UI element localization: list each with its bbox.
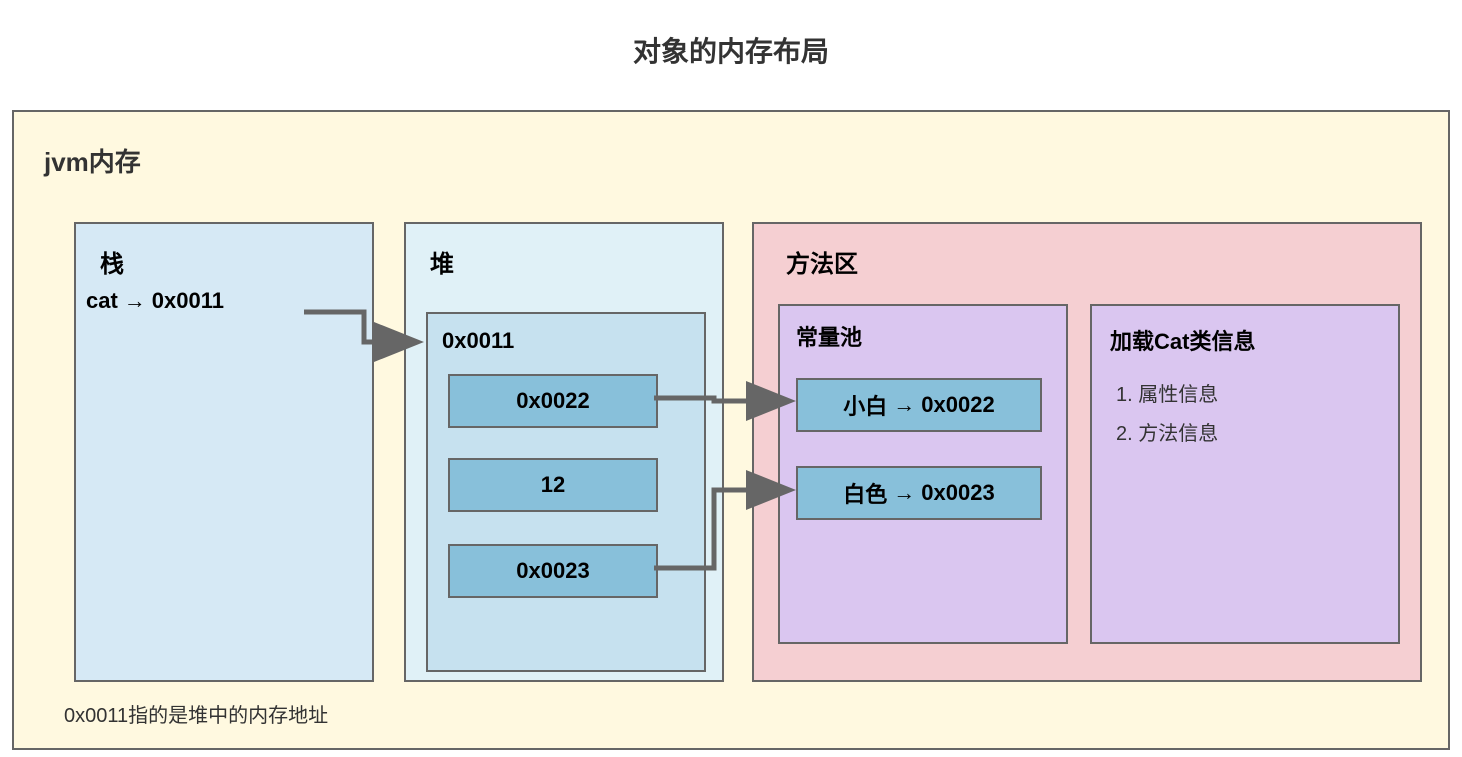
method-area-box: 方法区 常量池 小白 → 0x0022 白色 → 0x0023 加载Cat类信息… [752,222,1422,682]
class-info-title: 加载Cat类信息 [1110,324,1380,356]
heap-object-address: 0x0011 [442,328,514,354]
stack-title: 栈 [100,244,124,279]
class-info-item-1: 2. 方法信息 [1116,417,1374,446]
constant-entry-0: 小白 → 0x0022 [796,378,1042,432]
const-value: 小白 [843,389,887,421]
stack-entry: cat → 0x0011 [86,288,224,314]
arrow-glyph: → [893,480,915,506]
heap-field-1: 12 [448,458,658,512]
footer-note: 0x0011指的是堆中的内存地址 [64,699,328,728]
class-info-box: 加载Cat类信息 1. 属性信息 2. 方法信息 [1090,304,1400,644]
const-value: 白色 [843,477,887,509]
class-info-item-0: 1. 属性信息 [1116,378,1374,407]
jvm-label: jvm内存 [44,142,141,179]
const-address: 0x0022 [921,392,994,418]
stack-box: 栈 cat → 0x0011 [74,222,374,682]
heap-box: 堆 0x0011 0x0022 12 0x0023 [404,222,724,682]
constant-entry-1: 白色 → 0x0023 [796,466,1042,520]
jvm-memory-container: jvm内存 栈 cat → 0x0011 堆 0x0011 0x0022 12 … [12,110,1450,750]
arrow-glyph: → [124,288,146,314]
const-address: 0x0023 [921,480,994,506]
stack-var: cat [86,288,118,314]
method-area-title: 方法区 [786,244,858,279]
constant-pool-title: 常量池 [796,320,862,352]
heap-object: 0x0011 0x0022 12 0x0023 [426,312,706,672]
diagram-title: 对象的内存布局 [0,30,1462,70]
constant-pool-box: 常量池 小白 → 0x0022 白色 → 0x0023 [778,304,1068,644]
heap-field-0: 0x0022 [448,374,658,428]
arrow-glyph: → [893,392,915,418]
stack-addr: 0x0011 [152,288,224,314]
heap-field-2: 0x0023 [448,544,658,598]
heap-title: 堆 [430,244,454,279]
